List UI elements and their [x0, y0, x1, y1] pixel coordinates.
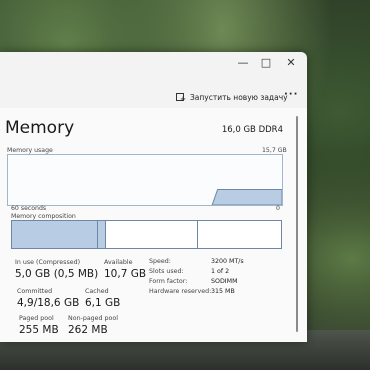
- paged-pool-value: 255 MB: [19, 324, 59, 336]
- hardware-reserved-label: Hardware reserved:: [149, 288, 212, 295]
- memory-panel: Memory 16,0 GB DDR4 Memory usage 15,7 GB…: [0, 108, 307, 342]
- page-title: Memory: [5, 118, 75, 138]
- in-use-value: 5,0 GB (0,5 MB): [15, 268, 99, 280]
- speed-label: Speed:: [149, 258, 171, 265]
- memory-usage-max: 15,7 GB: [262, 147, 287, 154]
- composition-free: [197, 221, 281, 248]
- memory-composition-label: Memory composition: [11, 213, 76, 220]
- time-axis-left: 60 seconds: [11, 205, 47, 212]
- available-value: 10,7 GB: [104, 268, 147, 280]
- usage-graph-svg: [211, 189, 282, 205]
- hardware-reserved-value: 315 MB: [211, 288, 235, 295]
- scrollbar[interactable]: [296, 116, 298, 332]
- command-bar: + Запустить новую задачу ···: [0, 86, 307, 108]
- run-new-task-button[interactable]: + Запустить новую задачу: [176, 88, 288, 106]
- memory-usage-graph: [7, 154, 283, 206]
- nonpaged-pool-value: 262 MB: [68, 324, 108, 336]
- in-use-label: In use (Compressed): [15, 259, 81, 266]
- minimize-button[interactable]: —: [236, 56, 250, 70]
- usage-area: [211, 189, 282, 205]
- cached-value: 6,1 GB: [85, 297, 121, 309]
- slots-label: Slots used:: [149, 268, 184, 275]
- maximize-button[interactable]: □: [259, 56, 273, 70]
- run-new-task-label: Запустить новую задачу: [190, 92, 288, 102]
- memory-composition-bar: [11, 220, 282, 249]
- available-label: Available: [104, 259, 133, 266]
- composition-standby: [106, 221, 198, 248]
- composition-modified: [98, 221, 107, 248]
- slots-value: 1 of 2: [211, 268, 230, 275]
- run-task-icon: +: [176, 92, 186, 102]
- time-axis-right: 0: [276, 205, 280, 212]
- title-bar[interactable]: — □ ✕: [0, 52, 307, 74]
- close-button[interactable]: ✕: [284, 56, 298, 70]
- composition-in-use: [12, 221, 99, 248]
- committed-value: 4,9/18,6 GB: [17, 297, 80, 309]
- form-factor-value: SODIMM: [211, 278, 238, 285]
- task-manager-window: — □ ✕ + Запустить новую задачу ··· Memor…: [0, 52, 307, 342]
- memory-usage-label: Memory usage: [7, 147, 53, 154]
- more-options-button[interactable]: ···: [284, 88, 298, 106]
- memory-spec: 16,0 GB DDR4: [221, 125, 283, 135]
- speed-value: 3200 MT/s: [211, 258, 244, 265]
- nonpaged-pool-label: Non-paged pool: [68, 315, 119, 322]
- cached-label: Cached: [85, 288, 109, 295]
- paged-pool-label: Paged pool: [19, 315, 54, 322]
- form-factor-label: Form factor:: [149, 278, 188, 285]
- committed-label: Committed: [17, 288, 53, 295]
